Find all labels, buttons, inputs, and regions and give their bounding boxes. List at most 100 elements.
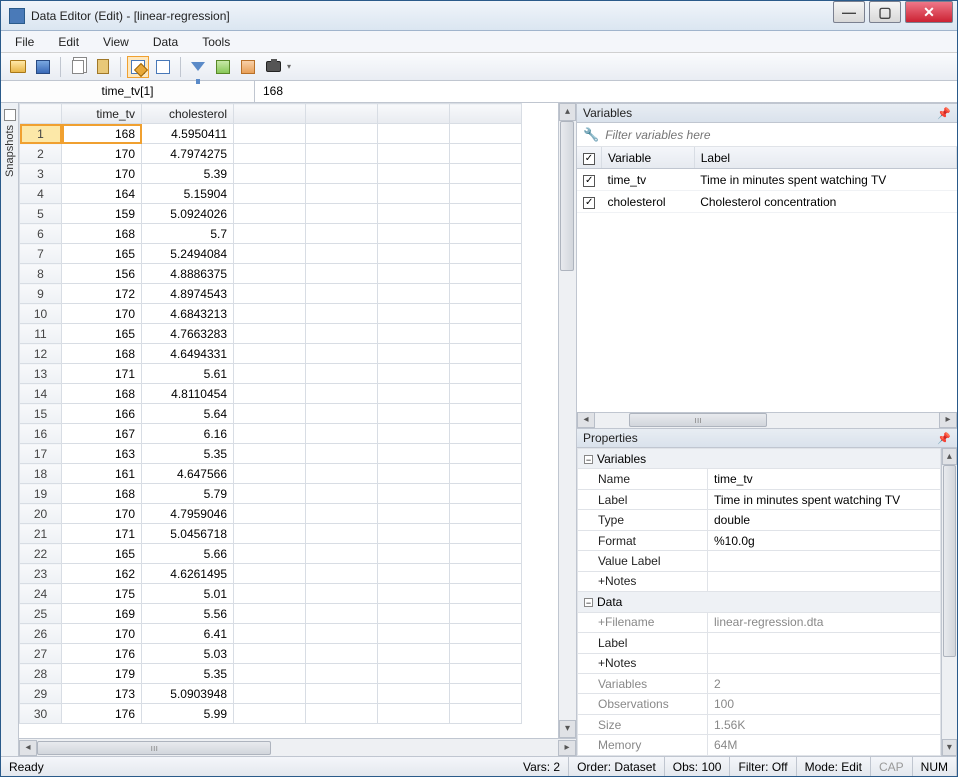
cell-empty[interactable] <box>234 164 306 184</box>
scroll-right-arrow[interactable]: ▸ <box>558 740 576 756</box>
minimize-button[interactable]: — <box>833 1 865 23</box>
cell-time_tv[interactable]: 168 <box>62 484 142 504</box>
cell-empty[interactable] <box>450 124 522 144</box>
prop-value[interactable]: time_tv <box>708 469 941 489</box>
collapse-icon[interactable]: − <box>584 455 593 464</box>
properties-group-variables[interactable]: −Variables <box>578 449 941 469</box>
cell-time_tv[interactable]: 173 <box>62 684 142 704</box>
cell-time_tv[interactable]: 167 <box>62 424 142 444</box>
cell-time_tv[interactable]: 168 <box>62 224 142 244</box>
table-row[interactable]: 51595.0924026 <box>20 204 522 224</box>
cell-empty[interactable] <box>378 644 450 664</box>
table-row[interactable]: 111654.7663283 <box>20 324 522 344</box>
maximize-button[interactable]: ▢ <box>869 1 901 23</box>
row-header[interactable]: 11 <box>20 324 62 344</box>
cell-time_tv[interactable]: 170 <box>62 164 142 184</box>
row-header[interactable]: 2 <box>20 144 62 164</box>
expand-icon[interactable]: + <box>598 656 605 670</box>
cell-empty[interactable] <box>234 624 306 644</box>
cell-cholesterol[interactable]: 5.99 <box>142 704 234 724</box>
column-header-empty[interactable] <box>306 104 378 124</box>
cell-time_tv[interactable]: 165 <box>62 324 142 344</box>
cell-empty[interactable] <box>378 124 450 144</box>
cell-empty[interactable] <box>306 444 378 464</box>
cell-time_tv[interactable]: 168 <box>62 124 142 144</box>
table-row[interactable]: 71655.2494084 <box>20 244 522 264</box>
cell-empty[interactable] <box>234 464 306 484</box>
collapse-icon[interactable]: − <box>584 598 593 607</box>
cell-time_tv[interactable]: 165 <box>62 544 142 564</box>
cell-empty[interactable] <box>306 424 378 444</box>
scroll-thumb[interactable] <box>560 121 574 271</box>
cell-empty[interactable] <box>378 304 450 324</box>
cell-empty[interactable] <box>450 664 522 684</box>
scroll-up-arrow[interactable]: ▴ <box>559 103 576 121</box>
cell-cholesterol[interactable]: 5.0924026 <box>142 204 234 224</box>
cell-empty[interactable] <box>378 264 450 284</box>
value-labels-button[interactable] <box>237 56 259 78</box>
cell-empty[interactable] <box>450 244 522 264</box>
prop-value[interactable] <box>708 571 941 591</box>
menu-view[interactable]: View <box>97 33 135 51</box>
cell-cholesterol[interactable]: 5.64 <box>142 404 234 424</box>
table-row[interactable]: 201704.7959046 <box>20 504 522 524</box>
row-header[interactable]: 26 <box>20 624 62 644</box>
table-row[interactable]: 171635.35 <box>20 444 522 464</box>
expand-icon[interactable]: + <box>598 615 605 629</box>
cell-cholesterol[interactable]: 4.6843213 <box>142 304 234 324</box>
cell-empty[interactable] <box>234 364 306 384</box>
save-button[interactable] <box>32 56 54 78</box>
cell-time_tv[interactable]: 179 <box>62 664 142 684</box>
cell-empty[interactable] <box>306 304 378 324</box>
cell-empty[interactable] <box>450 324 522 344</box>
scroll-left-arrow[interactable]: ◂ <box>577 412 595 428</box>
cell-empty[interactable] <box>378 584 450 604</box>
cell-cholesterol[interactable]: 5.39 <box>142 164 234 184</box>
cell-cholesterol[interactable]: 4.8974543 <box>142 284 234 304</box>
cell-empty[interactable] <box>378 544 450 564</box>
cell-empty[interactable] <box>378 484 450 504</box>
cell-empty[interactable] <box>378 684 450 704</box>
cell-empty[interactable] <box>378 204 450 224</box>
cell-time_tv[interactable]: 168 <box>62 344 142 364</box>
cell-time_tv[interactable]: 166 <box>62 404 142 424</box>
cell-empty[interactable] <box>306 684 378 704</box>
cell-empty[interactable] <box>450 604 522 624</box>
cell-time_tv[interactable]: 170 <box>62 504 142 524</box>
cell-empty[interactable] <box>378 624 450 644</box>
row-header[interactable]: 3 <box>20 164 62 184</box>
table-row[interactable]: 61685.7 <box>20 224 522 244</box>
scroll-right-arrow[interactable]: ▸ <box>939 412 957 428</box>
column-header-empty[interactable] <box>450 104 522 124</box>
row-header[interactable]: 6 <box>20 224 62 244</box>
cell-time_tv[interactable]: 171 <box>62 524 142 544</box>
cell-empty[interactable] <box>306 184 378 204</box>
cell-empty[interactable] <box>450 504 522 524</box>
row-header[interactable]: 29 <box>20 684 62 704</box>
cell-empty[interactable] <box>306 704 378 724</box>
cell-time_tv[interactable]: 170 <box>62 144 142 164</box>
data-editor-edit-button[interactable] <box>127 56 149 78</box>
table-row[interactable]: 91724.8974543 <box>20 284 522 304</box>
cell-cholesterol[interactable]: 5.2494084 <box>142 244 234 264</box>
table-row[interactable]: 231624.6261495 <box>20 564 522 584</box>
cell-cholesterol[interactable]: 5.66 <box>142 544 234 564</box>
cell-empty[interactable] <box>234 204 306 224</box>
properties-vertical-scrollbar[interactable]: ▴ ▾ <box>941 448 957 756</box>
row-header[interactable]: 9 <box>20 284 62 304</box>
cell-empty[interactable] <box>306 484 378 504</box>
cell-empty[interactable] <box>234 184 306 204</box>
cell-empty[interactable] <box>306 144 378 164</box>
cell-time_tv[interactable]: 171 <box>62 364 142 384</box>
cell-empty[interactable] <box>378 704 450 724</box>
cell-time_tv[interactable]: 176 <box>62 704 142 724</box>
cell-time_tv[interactable]: 164 <box>62 184 142 204</box>
table-row[interactable]: 121684.6494331 <box>20 344 522 364</box>
cell-empty[interactable] <box>450 644 522 664</box>
table-row[interactable]: 291735.0903948 <box>20 684 522 704</box>
cell-empty[interactable] <box>306 504 378 524</box>
menu-file[interactable]: File <box>9 33 40 51</box>
cell-empty[interactable] <box>306 384 378 404</box>
cell-empty[interactable] <box>450 344 522 364</box>
table-row[interactable]: 31705.39 <box>20 164 522 184</box>
